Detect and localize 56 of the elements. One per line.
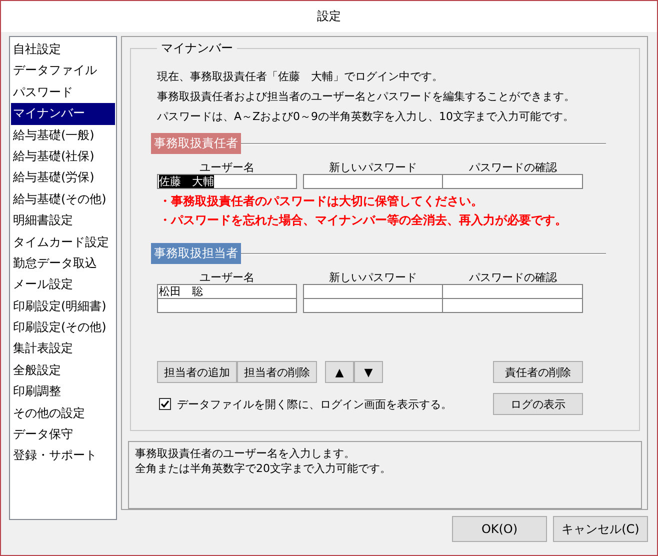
sidebar-item[interactable]: データファイル bbox=[11, 60, 115, 82]
sidebar-item[interactable]: 集計表設定 bbox=[11, 338, 115, 360]
password-field[interactable] bbox=[303, 298, 443, 313]
password-field[interactable] bbox=[303, 284, 443, 299]
sidebar-item[interactable]: メール設定 bbox=[11, 274, 115, 296]
sidebar-item[interactable]: 印刷設定(その他) bbox=[11, 317, 115, 338]
help-text: 全角または半角英数字で20文字まで入力可能です。 bbox=[135, 461, 392, 476]
move-up-button[interactable]: ▲ bbox=[325, 361, 354, 383]
sidebar-item[interactable]: 印刷設定(明細書) bbox=[11, 296, 115, 318]
user-name-field[interactable] bbox=[157, 298, 297, 313]
sidebar-item[interactable]: パスワード bbox=[11, 82, 115, 104]
delete-staff-button[interactable]: 担当者の削除 bbox=[237, 361, 317, 383]
warning-text: ・パスワードを忘れた場合、マイナンバー等の全消去、再入力が必要です。 bbox=[159, 212, 568, 229]
column-header: ユーザー名 bbox=[198, 270, 256, 285]
sidebar-item[interactable]: 給与基礎(労保) bbox=[11, 167, 115, 189]
checkbox-label: データファイルを開く際に、ログイン画面を表示する。 bbox=[177, 396, 452, 412]
description-text: パスワードは、A～Zおよび0～9の半角英数字を入力し、10文字まで入力可能です。 bbox=[157, 109, 576, 125]
section-heading: 事務取扱責任者 bbox=[151, 133, 241, 154]
warning-text: ・事務取扱責任者のパスワードは大切に保管してください。 bbox=[159, 193, 484, 210]
sidebar-item[interactable]: 給与基礎(一般) bbox=[11, 124, 115, 146]
password-confirm-field[interactable] bbox=[442, 284, 583, 299]
sidebar-item[interactable]: その他の設定 bbox=[11, 402, 115, 424]
sidebar-item[interactable]: マイナンバー bbox=[11, 103, 115, 125]
sidebar-item[interactable]: 勤怠データ取込 bbox=[11, 252, 115, 274]
show-log-button[interactable]: ログの表示 bbox=[493, 393, 583, 415]
help-text: 事務取扱責任者のユーザー名を入力します。 bbox=[135, 446, 356, 462]
sidebar-item[interactable]: データ保守 bbox=[11, 424, 115, 446]
move-down-button[interactable]: ▼ bbox=[354, 361, 383, 383]
window-title: 設定 bbox=[317, 8, 341, 25]
group-title: マイナンバー bbox=[160, 40, 234, 57]
sidebar-item[interactable]: 登録・サポート bbox=[11, 445, 115, 467]
password-confirm-field[interactable] bbox=[442, 174, 583, 189]
column-header: ユーザー名 bbox=[198, 160, 256, 175]
sidebar-item[interactable]: 給与基礎(その他) bbox=[11, 188, 115, 210]
sidebar-item[interactable]: 自社設定 bbox=[11, 39, 115, 60]
sidebar-item[interactable]: 全般設定 bbox=[11, 360, 115, 382]
ok-button[interactable]: OK(O) bbox=[452, 516, 547, 542]
password-field[interactable] bbox=[303, 174, 443, 189]
column-header: パスワードの確認 bbox=[468, 160, 558, 175]
sidebar-item[interactable]: 給与基礎(社保) bbox=[11, 146, 115, 168]
add-staff-button[interactable]: 担当者の追加 bbox=[157, 361, 237, 383]
sidebar-item[interactable]: タイムカード設定 bbox=[11, 232, 115, 253]
checkbox[interactable] bbox=[159, 398, 171, 410]
column-header: 新しいパスワード bbox=[328, 270, 418, 285]
cancel-button[interactable]: キャンセル(C) bbox=[553, 516, 648, 542]
sidebar-item[interactable]: 印刷調整 bbox=[11, 381, 115, 403]
section-heading: 事務取扱担当者 bbox=[151, 243, 241, 264]
column-header: 新しいパスワード bbox=[328, 160, 418, 175]
description-text: 現在、事務取扱責任者「佐藤 大輔」でログイン中です。 bbox=[157, 69, 444, 85]
user-name-field[interactable]: 佐藤 大輔 bbox=[157, 174, 297, 189]
sidebar-item[interactable]: 明細書設定 bbox=[11, 210, 115, 232]
password-confirm-field[interactable] bbox=[442, 298, 583, 313]
column-header: パスワードの確認 bbox=[468, 270, 558, 285]
description-text: 事務取扱責任者および担当者のユーザー名とパスワードを編集することができます。 bbox=[157, 89, 576, 105]
user-name-field[interactable]: 松田 聡 bbox=[157, 284, 297, 299]
delete-manager-button[interactable]: 責任者の削除 bbox=[493, 361, 583, 383]
